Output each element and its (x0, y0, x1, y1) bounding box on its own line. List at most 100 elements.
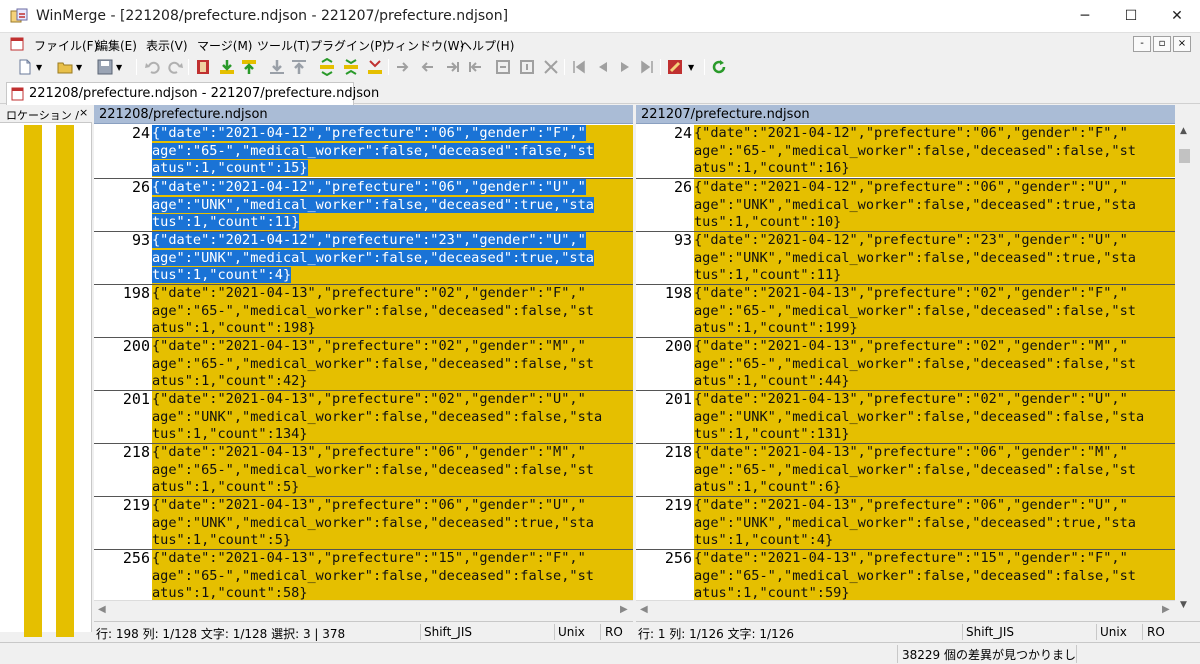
diff-row[interactable]: 198 {"date":"2021-04-13","prefecture":"02… (636, 284, 1175, 337)
diff-line-text[interactable]: {"date":"2021-04-13","prefecture":"06","… (152, 497, 633, 549)
left-diff-pane[interactable]: 221208/prefecture.ndjson 24 {"date":"2021… (94, 105, 633, 600)
diff-line-text[interactable]: {"date":"2021-04-12","prefecture":"06","… (694, 179, 1175, 231)
diff-row[interactable]: 219 {"date":"2021-04-13","prefecture":"06… (94, 496, 633, 549)
scroll-up-icon[interactable]: ▲ (1180, 126, 1187, 136)
prev-file-icon[interactable] (594, 58, 612, 76)
mdi-close-button[interactable]: × (1173, 36, 1191, 52)
diff-line-text[interactable]: {"date":"2021-04-13","prefecture":"15","… (694, 550, 1175, 600)
open-icon[interactable] (56, 58, 74, 76)
right-horizontal-scrollbar[interactable]: ◀ ▶ (636, 600, 1175, 620)
copy-right-icon[interactable] (218, 58, 236, 76)
diff-row[interactable]: 198 {"date":"2021-04-13","prefecture":"02… (94, 284, 633, 337)
menu-merge[interactable]: マージ(M) (197, 37, 252, 54)
diff-line-text[interactable]: {"date":"2021-04-13","prefecture":"02","… (694, 338, 1175, 390)
save-dropdown-icon[interactable]: ▼ (116, 63, 134, 81)
prev-diff-icon[interactable] (342, 58, 360, 76)
diff-row[interactable]: 24 {"date":"2021-04-12","prefecture":"06"… (94, 124, 633, 178)
document-tab[interactable]: 221208/prefecture.ndjson - 221207/prefec… (6, 82, 379, 105)
diff-line-text[interactable]: {"date":"2021-04-13","prefecture":"02","… (152, 285, 633, 337)
diff-row[interactable]: 201 {"date":"2021-04-13","prefecture":"02… (636, 390, 1175, 443)
scrollbar-thumb[interactable] (1179, 149, 1190, 163)
scroll-down-icon[interactable]: ▼ (1180, 600, 1187, 610)
document-icon[interactable] (10, 37, 24, 51)
diff-row[interactable]: 26 {"date":"2021-04-12","prefecture":"06"… (94, 178, 633, 231)
diff-line-text[interactable]: {"date":"2021-04-12","prefecture":"23","… (694, 232, 1175, 284)
save-icon[interactable] (96, 58, 114, 76)
menu-help[interactable]: ヘルプ(H) (460, 37, 514, 54)
film-icon[interactable] (194, 58, 212, 76)
diff-line-text[interactable]: {"date":"2021-04-13","prefecture":"02","… (152, 338, 633, 390)
copy-block-right-icon[interactable] (494, 58, 512, 76)
maximize-button[interactable]: ☐ (1108, 0, 1154, 32)
scroll-left-icon[interactable]: ◀ (640, 604, 648, 615)
diff-row[interactable]: 218 {"date":"2021-04-13","prefecture":"06… (636, 443, 1175, 496)
menu-plugins[interactable]: プラグイン(P) (310, 37, 387, 54)
new-dropdown-icon[interactable]: ▼ (36, 63, 54, 81)
redo-icon[interactable] (166, 58, 184, 76)
new-icon[interactable] (16, 58, 34, 76)
menu-tools[interactable]: ツール(T) (257, 37, 310, 54)
first-file-icon[interactable] (570, 58, 588, 76)
current-diff-icon[interactable] (394, 58, 412, 76)
diff-line-text[interactable]: {"date":"2021-04-13","prefecture":"06","… (694, 444, 1175, 496)
copy-block-left-icon[interactable] (518, 58, 536, 76)
scroll-right-icon[interactable]: ▶ (620, 604, 628, 615)
location-pane[interactable]: ロケーション / × (0, 105, 92, 637)
refresh-icon[interactable] (710, 58, 728, 76)
copy-left-icon[interactable] (240, 58, 258, 76)
line-number: 219 (664, 496, 692, 514)
menu-window[interactable]: ウィンドウ(W) (383, 37, 464, 54)
menu-file[interactable]: ファイル(F) (34, 37, 98, 54)
diff-line-text[interactable]: {"date":"2021-04-13","prefecture":"02","… (694, 391, 1175, 443)
diff-row[interactable]: 200 {"date":"2021-04-13","prefecture":"02… (94, 337, 633, 390)
copy-all-left-icon[interactable] (290, 58, 308, 76)
diff-row[interactable]: 93 {"date":"2021-04-12","prefecture":"23"… (636, 231, 1175, 284)
last-diff-icon[interactable] (418, 58, 436, 76)
diff-line-text[interactable]: {"date":"2021-04-12","prefecture":"06","… (152, 125, 633, 177)
left-horizontal-scrollbar[interactable]: ◀ ▶ (94, 600, 633, 620)
diff-row[interactable]: 218 {"date":"2021-04-13","prefecture":"06… (94, 443, 633, 496)
copy-all-right-icon[interactable] (268, 58, 286, 76)
diff-row[interactable]: 200 {"date":"2021-04-13","prefecture":"02… (636, 337, 1175, 390)
diff-row[interactable]: 256 {"date":"2021-04-13","prefecture":"15… (636, 549, 1175, 600)
next-diff-icon[interactable] (318, 58, 336, 76)
location-bar-left[interactable] (24, 125, 42, 637)
diff-row[interactable]: 256 {"date":"2021-04-13","prefecture":"15… (94, 549, 633, 600)
diff-row[interactable]: 93 {"date":"2021-04-12","prefecture":"23"… (94, 231, 633, 284)
location-bar-right[interactable] (56, 125, 74, 637)
right-diff-pane[interactable]: 221207/prefecture.ndjson 24 {"date":"2021… (636, 105, 1175, 600)
diff-line-text[interactable]: {"date":"2021-04-13","prefecture":"06","… (694, 497, 1175, 549)
diff-line-text[interactable]: {"date":"2021-04-13","prefecture":"15","… (152, 550, 633, 600)
left-pane-status: 行: 198 列: 1/128 文字: 1/128 選択: 3 | 378 Sh… (94, 621, 633, 641)
close-button[interactable]: ✕ (1154, 0, 1200, 32)
diff-line-text[interactable]: {"date":"2021-04-12","prefecture":"23","… (152, 232, 633, 284)
diff-line-text[interactable]: {"date":"2021-04-13","prefecture":"02","… (152, 391, 633, 443)
diff-row[interactable]: 219 {"date":"2021-04-13","prefecture":"06… (636, 496, 1175, 549)
last-file-icon[interactable] (638, 58, 656, 76)
diff-row[interactable]: 24 {"date":"2021-04-12","prefecture":"06"… (636, 124, 1175, 178)
undo-icon[interactable] (144, 58, 162, 76)
vertical-scrollbar[interactable]: ▲ ▼ (1176, 124, 1194, 620)
diff-row[interactable]: 201 {"date":"2021-04-13","prefecture":"02… (94, 390, 633, 443)
mdi-minimize-button[interactable]: - (1133, 36, 1151, 52)
diff-line-text[interactable]: {"date":"2021-04-13","prefecture":"02","… (694, 285, 1175, 337)
pane-splitter[interactable] (633, 105, 636, 620)
merge-right-icon[interactable] (466, 58, 484, 76)
minimize-button[interactable]: ─ (1062, 0, 1108, 32)
copy-all-icon[interactable] (542, 58, 560, 76)
menu-view[interactable]: 表示(V) (146, 37, 188, 54)
mdi-restore-button[interactable]: ▫ (1153, 36, 1171, 52)
options-icon[interactable] (666, 58, 684, 76)
first-diff-icon[interactable] (366, 58, 384, 76)
diff-line-text[interactable]: {"date":"2021-04-12","prefecture":"06","… (152, 179, 633, 231)
scroll-left-icon[interactable]: ◀ (98, 604, 106, 615)
diff-row[interactable]: 26 {"date":"2021-04-12","prefecture":"06"… (636, 178, 1175, 231)
diff-line-text[interactable]: {"date":"2021-04-13","prefecture":"06","… (152, 444, 633, 496)
location-pane-close-button[interactable]: × (79, 106, 88, 119)
diff-line-text[interactable]: {"date":"2021-04-12","prefecture":"06","… (694, 125, 1175, 177)
open-dropdown-icon[interactable]: ▼ (76, 63, 94, 81)
menu-edit[interactable]: 編集(E) (96, 37, 137, 54)
next-file-icon[interactable] (616, 58, 634, 76)
merge-left-icon[interactable] (444, 58, 462, 76)
scroll-right-icon[interactable]: ▶ (1162, 604, 1170, 615)
